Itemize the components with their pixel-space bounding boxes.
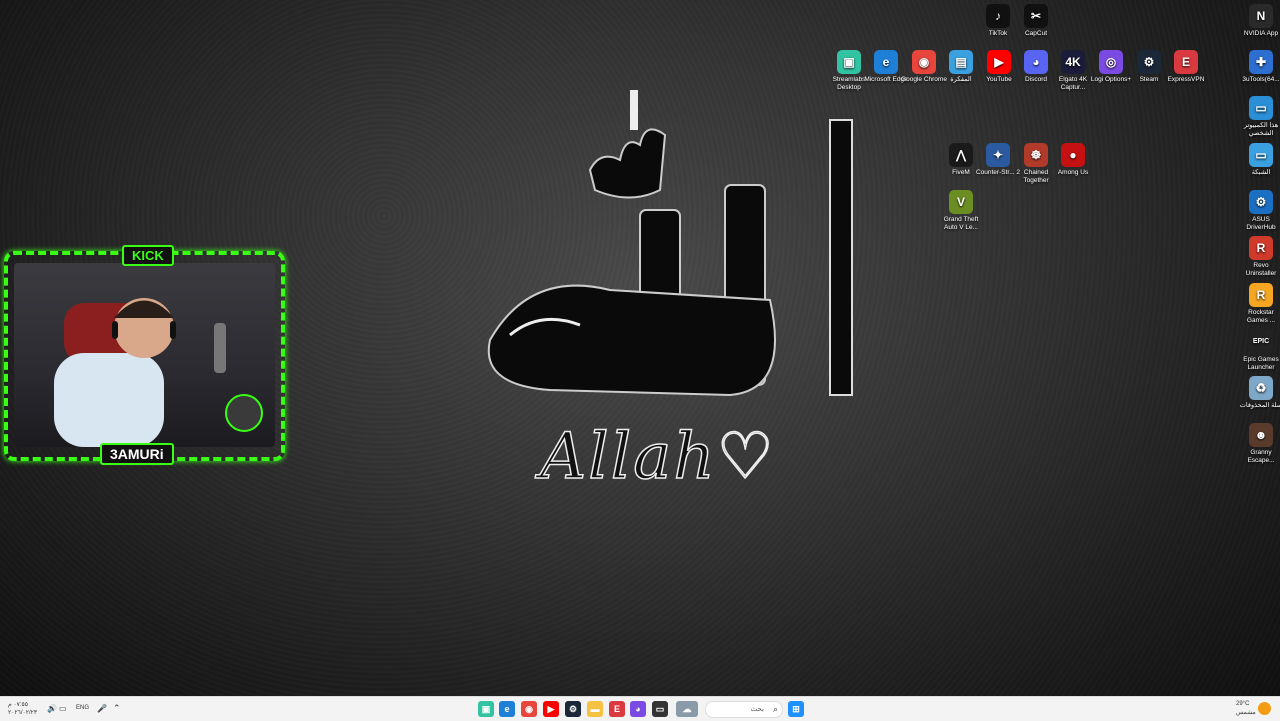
desktop-icon[interactable]: ♻ سلة المحذوفات (1238, 376, 1280, 410)
desktop-icon[interactable]: ⚙ ASUS DriverHub (1238, 190, 1280, 232)
app-icon: ☻ (1249, 423, 1273, 447)
app-icon: ✂ (1024, 4, 1048, 28)
taskbar-search-box[interactable]: ⌕ بحث (705, 701, 783, 718)
taskbar-chrome-icon[interactable]: ◉ (521, 701, 537, 717)
desktop-icon-label: Epic Games Launcher (1243, 356, 1279, 371)
desktop-icon[interactable]: ✂ CapCut (1013, 4, 1059, 38)
taskbar-widgets-icon[interactable]: ☁ (676, 701, 698, 717)
app-icon: ♪ (986, 4, 1010, 28)
taskbar-task-view-icon[interactable]: ▭ (652, 701, 668, 717)
taskbar-edge-icon[interactable]: e (499, 701, 515, 717)
desktop-icon[interactable]: ▭ هذا الكمبيوتر الشخصي (1238, 96, 1280, 138)
desktop-icon[interactable]: R Rockstar Games ... (1238, 283, 1280, 325)
app-icon: ▭ (1249, 96, 1273, 120)
app-icon: ⚙ (1137, 50, 1161, 74)
desktop-icon-label: هذا الكمبيوتر الشخصي (1243, 122, 1279, 137)
start-button-icon[interactable]: ⊞ (788, 701, 804, 717)
search-icon: ⌕ (772, 704, 778, 714)
speaker-icon[interactable]: 🔊 (47, 704, 57, 713)
app-icon: R (1249, 236, 1273, 260)
app-icon: ● (1061, 143, 1085, 167)
kick-badge: KICK (122, 245, 174, 266)
desktop-icon[interactable]: ☻ Granny Escape... (1238, 423, 1280, 465)
app-icon: ♻ (1249, 376, 1273, 400)
app-icon: ✚ (1249, 50, 1273, 74)
taskbar-youtube-icon[interactable]: ▶ (543, 701, 559, 717)
desktop-icon[interactable]: N NVIDIA App (1238, 4, 1280, 38)
desktop-icon-label: 3uTools(64... (1242, 76, 1280, 83)
mic-icon[interactable]: 🎤 (97, 704, 107, 713)
app-icon: EPIC (1249, 330, 1273, 354)
language-indicator[interactable]: ENG (76, 705, 89, 711)
weather-desc[interactable]: مشمس (1236, 709, 1256, 716)
desktop-icon-label: Revo Uninstaller (1245, 262, 1277, 277)
desktop-icon-label: ASUS DriverHub (1246, 216, 1276, 231)
chevron-up-icon[interactable]: ⌃ (113, 703, 121, 714)
desktop-icon-label: NVIDIA App (1243, 30, 1279, 37)
webcam-overlay: KICK 3AMURi (4, 245, 285, 465)
app-icon: V (949, 190, 973, 214)
desktop-icon-label: Grand Theft Auto V Le... (943, 216, 979, 231)
weather-temp[interactable]: 29°C (1236, 701, 1249, 707)
app-icon: ⚙ (1249, 190, 1273, 214)
desktop-icon[interactable]: ▭ الشبكة (1238, 143, 1280, 177)
taskbar: ٠٧:٥٥ م ٢٠٢٦/٠٢/٢٣ 🔊 ▭ ENG 🎤 ⌃ ▣ e ◉ ▶ ⚙… (0, 696, 1280, 721)
wallpaper-allah-text: Allah♡ (539, 419, 776, 495)
desktop-icon[interactable]: EPIC Epic Games Launcher (1238, 330, 1280, 372)
app-icon: ▭ (1249, 143, 1273, 167)
search-placeholder: بحث (750, 706, 764, 713)
sun-icon[interactable] (1258, 702, 1271, 715)
desktop-icon[interactable]: ● Among Us (1050, 143, 1096, 177)
desktop-icon[interactable]: ✚ 3uTools(64... (1238, 50, 1280, 84)
taskbar-expressvpn-icon[interactable]: E (609, 701, 625, 717)
app-icon: E (1174, 50, 1198, 74)
taskbar-explorer-icon[interactable]: ▬ (587, 701, 603, 717)
app-icon: ▶ (987, 50, 1011, 74)
clock-time[interactable]: ٠٧:٥٥ م (8, 701, 28, 708)
desktop-icon[interactable]: E ExpressVPN (1163, 50, 1209, 84)
taskbar-discord-icon[interactable]: ◕ (630, 701, 646, 717)
desktop-icon-label: ExpressVPN (1167, 76, 1205, 83)
app-icon: ▤ (949, 50, 973, 74)
app-icon: R (1249, 283, 1273, 307)
app-icon: ◉ (912, 50, 936, 74)
app-icon: ⋀ (949, 143, 973, 167)
app-icon: ☸ (1024, 143, 1048, 167)
app-icon: e (874, 50, 898, 74)
clock-date[interactable]: ٢٠٢٦/٠٢/٢٣ (8, 709, 37, 716)
desktop-icon[interactable]: R Revo Uninstaller (1238, 236, 1280, 278)
desktop-icon-label: CapCut (1024, 30, 1048, 37)
taskbar-streamlabs-icon[interactable]: ▣ (478, 701, 494, 717)
app-icon: ▣ (837, 50, 861, 74)
wallpaper-arabic-calligraphy (487, 90, 853, 397)
desktop-icon-label: Among Us (1057, 169, 1089, 176)
app-icon: N (1249, 4, 1273, 28)
streamer-name-badge: 3AMURi (100, 443, 174, 465)
webcam-frame (4, 251, 285, 461)
app-icon: 4K (1061, 50, 1085, 74)
desktop-icon-label: الشبكة (1251, 169, 1271, 176)
app-icon: ✦ (986, 143, 1010, 167)
desktop-icon[interactable]: V Grand Theft Auto V Le... (938, 190, 984, 232)
desktop-icon-label: سلة المحذوفات (1239, 402, 1280, 409)
taskbar-steam-icon[interactable]: ⚙ (565, 701, 581, 717)
app-icon: ◕ (1024, 50, 1048, 74)
app-icon: ◎ (1099, 50, 1123, 74)
desktop-icon-label: Granny Escape... (1247, 449, 1275, 464)
network-icon[interactable]: ▭ (59, 704, 67, 713)
desktop-icon-label: Rockstar Games ... (1246, 309, 1276, 324)
